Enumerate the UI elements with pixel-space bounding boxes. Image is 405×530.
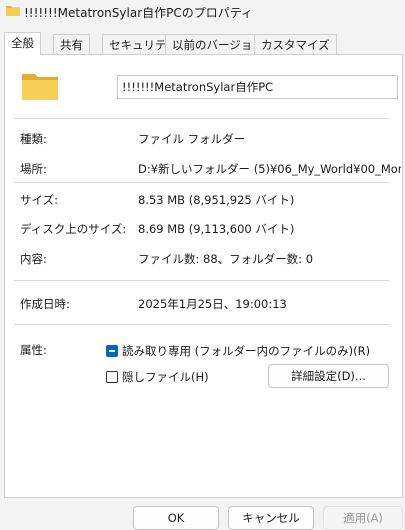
cancel-button[interactable]: キャンセル <box>228 506 314 530</box>
created-value: 2025年1月25日、19:00:13 <box>138 297 287 311</box>
advanced-button[interactable]: 詳細設定(D)... <box>268 364 389 388</box>
disk-size-value: 8.69 MB (9,113,600 バイト) <box>138 222 295 236</box>
ok-button[interactable]: OK <box>133 506 219 530</box>
created-label: 作成日時: <box>20 297 70 311</box>
location-label: 場所: <box>20 162 47 176</box>
size-label: サイズ: <box>20 193 59 207</box>
readonly-checkbox[interactable] <box>106 345 118 357</box>
hidden-checkbox[interactable] <box>106 371 118 383</box>
hidden-label[interactable]: 隠しファイル(H) <box>122 369 209 385</box>
general-panel <box>4 54 403 498</box>
tab-sharing[interactable]: 共有 <box>53 34 90 54</box>
attributes-label: 属性: <box>20 343 47 357</box>
tab-general[interactable]: 全般 <box>4 32 41 55</box>
type-label: 種類: <box>20 132 47 146</box>
contents-label: 内容: <box>20 252 47 266</box>
contents-value: ファイル数: 88、フォルダー数: 0 <box>138 252 314 266</box>
separator <box>14 324 389 325</box>
title-bar: !!!!!!!MetatronSylar自作PCのプロパティ <box>0 0 405 26</box>
folder-name-input[interactable]: !!!!!!!MetatronSylar自作PC <box>117 75 398 99</box>
disk-size-label: ディスク上のサイズ: <box>20 222 127 236</box>
folder-icon <box>22 74 58 100</box>
apply-button[interactable]: 適用(A) <box>323 506 403 530</box>
tab-customize[interactable]: カスタマイズ <box>254 34 337 54</box>
separator <box>14 280 389 281</box>
folder-icon <box>6 6 20 16</box>
size-value: 8.53 MB (8,951,925 バイト) <box>138 193 295 207</box>
separator <box>14 118 389 119</box>
window-title: !!!!!!!MetatronSylar自作PCのプロパティ <box>24 6 254 20</box>
type-value: ファイル フォルダー <box>138 132 246 146</box>
tab-strip: 全般 共有 セキュリティ 以前のバージョン カスタマイズ <box>4 32 404 55</box>
separator <box>14 182 389 183</box>
readonly-label[interactable]: 読み取り専用 (フォルダー内のファイルのみ)(R) <box>122 343 370 359</box>
location-value: D:¥新しいフォルダー (5)¥06_My_World¥00_Monstar_S <box>138 162 401 176</box>
